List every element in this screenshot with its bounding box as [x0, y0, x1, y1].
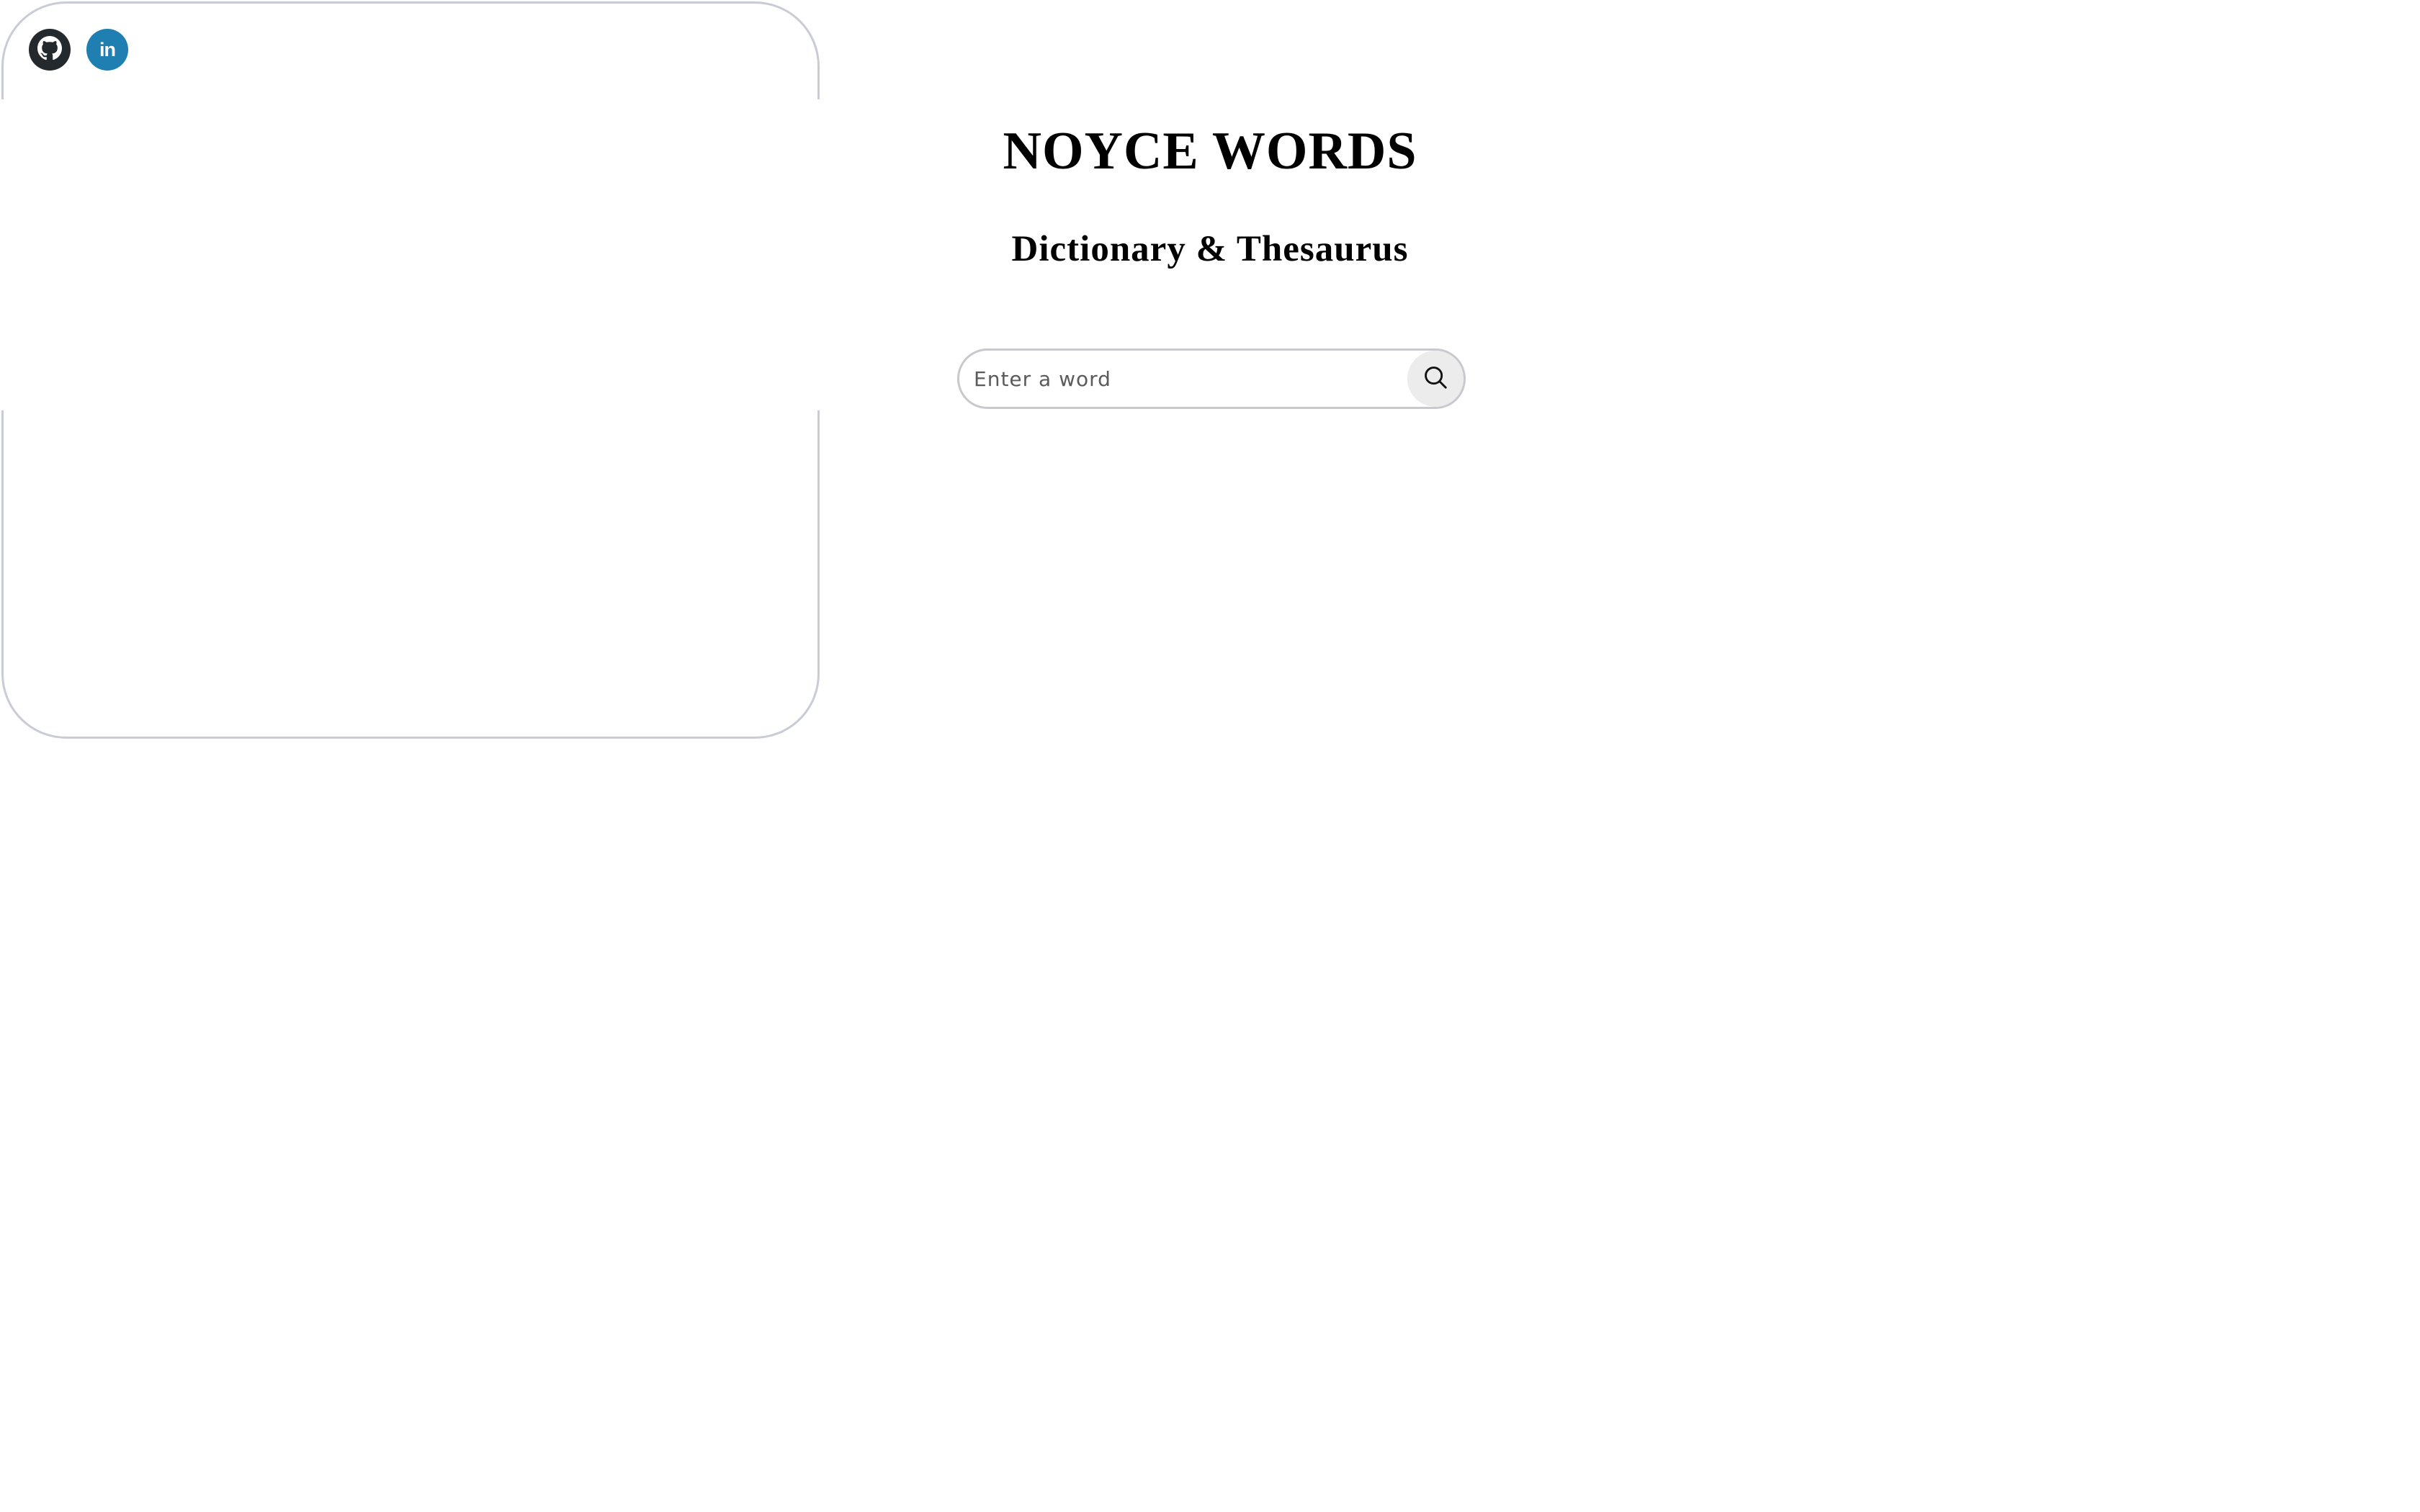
github-link[interactable]: [29, 29, 71, 71]
linkedin-icon: in: [99, 38, 116, 60]
search-bar: [957, 348, 1466, 409]
github-icon: [37, 35, 62, 64]
page-subtitle: Dictionary & Thesaurus: [1011, 229, 1409, 269]
page-title: NOYCE WORDS: [1003, 122, 1417, 181]
social-links: in: [29, 29, 128, 71]
header: NOYCE WORDS Dictionary & Thesaurus: [0, 121, 2420, 270]
search-input[interactable]: [959, 351, 1407, 407]
search-icon: [1422, 364, 1449, 395]
page: in NOYCE WORDS Dictionary & Thesaurus: [0, 0, 2420, 1512]
linkedin-link[interactable]: in: [86, 29, 128, 71]
search-button[interactable]: [1407, 351, 1464, 407]
